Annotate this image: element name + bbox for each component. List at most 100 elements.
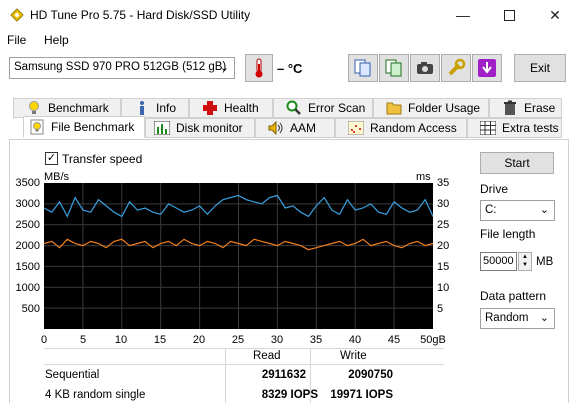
screenshot-button[interactable]	[410, 54, 440, 82]
scatter-grid-icon	[348, 120, 364, 136]
temperature-button[interactable]	[245, 54, 273, 82]
drive-select[interactable]: Samsung SSD 970 PRO 512GB (512 gB) ⌄	[9, 57, 235, 79]
y-right-tick: 10	[437, 282, 450, 294]
download-arrow-icon	[478, 59, 496, 77]
x-tick: 0	[40, 334, 48, 346]
y-right-tick: 35	[437, 177, 450, 189]
y-left-tick: 1000	[15, 282, 40, 294]
y-left-tick: 3000	[15, 198, 40, 210]
results-divider	[44, 348, 444, 349]
thermometer-icon	[255, 58, 263, 78]
maximize-button[interactable]	[486, 0, 532, 30]
read-header: Read	[253, 350, 281, 362]
minimize-button[interactable]: —	[440, 0, 486, 30]
x-tick: 50gB	[420, 334, 446, 346]
result-read-value: 8329 IOPS	[261, 389, 318, 401]
bar-chart-icon	[154, 120, 170, 136]
exit-button[interactable]: Exit	[514, 54, 566, 82]
tab-benchmark[interactable]: Benchmark	[13, 98, 121, 118]
copy-all-icon	[385, 59, 402, 77]
file-length-input[interactable]: 50000	[480, 252, 517, 271]
y-left-unit-label: MB/s	[44, 171, 70, 183]
close-button[interactable]: ✕	[532, 0, 578, 30]
y-left-tick: 3500	[15, 177, 40, 189]
data-pattern-label: Data pattern	[480, 289, 547, 303]
results-divider	[44, 364, 444, 365]
speaker-icon	[268, 120, 284, 136]
result-write-value: 19971 IOPS	[330, 389, 393, 401]
y-right-tick: 25	[437, 219, 450, 231]
save-button[interactable]	[472, 54, 502, 82]
tab-file-benchmark[interactable]: File Benchmark	[23, 116, 145, 138]
chevron-down-icon: ⌄	[219, 62, 229, 74]
x-tick: 5	[79, 334, 87, 346]
data-pattern-select[interactable]: Random ⌄	[480, 308, 555, 329]
spin-down-icon[interactable]: ▼	[519, 261, 531, 269]
file-length-unit: MB	[536, 256, 554, 268]
health-cross-icon	[202, 100, 218, 116]
folder-icon	[386, 100, 402, 116]
y-right-tick: 15	[437, 261, 450, 273]
check-icon: ✓	[46, 152, 57, 164]
menu-help[interactable]: Help	[44, 33, 69, 47]
tab-error-scan[interactable]: Error Scan	[273, 98, 373, 118]
chevron-down-icon: ⌄	[539, 312, 549, 324]
y-left-tick: 1500	[15, 261, 40, 273]
drive-letter-select[interactable]: C: ⌄	[480, 200, 555, 221]
temperature-readout: – °C	[277, 61, 303, 76]
tab-folder-usage[interactable]: Folder Usage	[373, 98, 489, 118]
tab-extra-tests[interactable]: Extra tests	[467, 118, 562, 138]
x-tick: 40	[348, 334, 362, 346]
magnifier-icon	[286, 100, 302, 116]
menu-file[interactable]: File	[7, 33, 26, 47]
chevron-down-icon: ⌄	[539, 204, 549, 216]
file-lightbulb-icon	[29, 119, 45, 135]
lightbulb-icon	[26, 100, 42, 116]
y-right-tick: 30	[437, 198, 450, 210]
y-left-tick: 500	[21, 303, 40, 315]
y-left-tick: 2000	[15, 240, 40, 252]
y-right-unit-label: ms	[416, 171, 431, 183]
result-row-label: 4 KB random single	[45, 389, 146, 401]
start-button[interactable]: Start	[480, 152, 554, 174]
x-tick: 30	[270, 334, 284, 346]
maximize-icon	[503, 9, 515, 21]
copy-all-button[interactable]	[379, 54, 409, 82]
tab-erase[interactable]: Erase	[489, 98, 562, 118]
minimize-icon: —	[456, 7, 470, 23]
x-tick: 15	[153, 334, 167, 346]
options-button[interactable]	[441, 54, 471, 82]
result-row-label: Sequential	[45, 369, 100, 381]
copy-info-button[interactable]	[348, 54, 378, 82]
tab-random-access[interactable]: Random Access	[335, 118, 467, 138]
tab-disk-monitor[interactable]: Disk monitor	[145, 118, 255, 138]
grid-icon	[480, 120, 496, 136]
tab-aam[interactable]: AAM	[255, 118, 335, 138]
x-tick: 20	[192, 334, 206, 346]
app-logo-icon	[10, 8, 24, 22]
trash-icon	[502, 100, 518, 116]
tab-info[interactable]: Info	[121, 98, 189, 118]
drive-select-value: Samsung SSD 970 PRO 512GB (512 gB)	[14, 61, 227, 73]
y-left-tick: 2500	[15, 219, 40, 231]
x-tick: 25	[231, 334, 245, 346]
transfer-speed-checkbox[interactable]: ✓	[45, 152, 58, 165]
close-icon: ✕	[549, 6, 561, 23]
tab-health[interactable]: Health	[189, 98, 273, 118]
info-icon	[134, 100, 150, 116]
x-tick: 45	[387, 334, 401, 346]
wrench-icon	[448, 58, 466, 76]
write-header: Write	[340, 350, 367, 362]
spin-up-icon[interactable]: ▲	[519, 253, 531, 261]
copy-icon	[354, 59, 371, 77]
file-length-label: File length	[480, 227, 536, 241]
y-right-tick: 20	[437, 240, 450, 252]
drive-label: Drive	[480, 182, 509, 196]
x-tick: 35	[309, 334, 323, 346]
transfer-speed-label: Transfer speed	[62, 152, 143, 166]
result-write-value: 2090750	[348, 369, 393, 381]
transfer-speed-graph	[44, 183, 433, 329]
file-length-spinner[interactable]: ▲ ▼	[518, 252, 532, 271]
window-title: HD Tune Pro 5.75 - Hard Disk/SSD Utility	[30, 8, 251, 22]
x-tick: 10	[114, 334, 128, 346]
